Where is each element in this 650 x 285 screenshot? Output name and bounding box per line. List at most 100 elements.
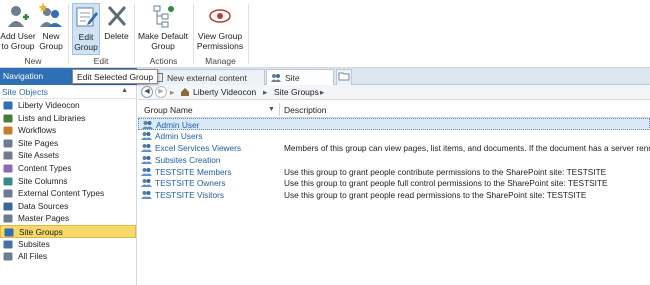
breadcrumb-dropdown-icon[interactable]: ▸ [170, 87, 174, 98]
home-icon [180, 87, 190, 98]
make-default-group-button[interactable]: Make Default Group [137, 3, 189, 51]
table-body: Admin User Admin Users Excel Services View… [138, 118, 650, 201]
sidebar-item[interactable]: Data Sources [0, 200, 136, 213]
sidebar-item[interactable]: Content Types [0, 162, 136, 175]
view-permissions-label: View Group Permissions [196, 31, 244, 51]
sidebar-item[interactable]: Master Pages [0, 212, 136, 225]
group-name-cell[interactable]: TESTSITE Members [155, 167, 232, 177]
site-object-icon [3, 126, 13, 135]
sidebar-item[interactable]: Site Columns [0, 175, 136, 188]
delete-button[interactable]: Delete [103, 3, 130, 41]
group-icon [141, 178, 152, 188]
add-user-label: Add User to Group [0, 31, 36, 51]
site-object-icon [3, 139, 13, 148]
group-description-cell: Members of this group can view pages, li… [284, 142, 650, 153]
sidebar-item[interactable]: Lists and Libraries [0, 112, 136, 125]
new-tab-button[interactable] [336, 69, 352, 85]
sidebar-item[interactable]: Subsites [0, 238, 136, 251]
site-object-icon [3, 240, 13, 249]
sidebar-item-label: External Content Types [18, 188, 105, 199]
sidebar-item-label: Workflows [18, 125, 57, 136]
sidebar-item-label: Subsites [18, 238, 50, 249]
group-icon [141, 190, 152, 200]
sidebar-item[interactable]: Liberty Videocon [0, 99, 136, 112]
breadcrumb: ◀ ▶ ▸ Liberty Videocon ▸ Site Groups ▸ [138, 85, 650, 100]
view-group-permissions-button[interactable]: View Group Permissions [196, 3, 244, 51]
group-name-cell[interactable]: Subsites Creation [155, 155, 221, 165]
sidebar-item[interactable]: Workflows [0, 124, 136, 137]
sidebar-item-label: Content Types [18, 162, 72, 173]
site-object-icon [3, 101, 13, 110]
group-description-cell: Use this group to grant people read perm… [284, 190, 587, 201]
delete-icon [105, 3, 129, 29]
edit-group-button[interactable]: Edit Group [72, 3, 100, 55]
group-name-cell[interactable]: TESTSITE Visitors [155, 190, 224, 200]
table-row[interactable]: Admin User [138, 118, 650, 130]
sidebar-item[interactable]: Site Pages [0, 137, 136, 150]
column-header-description[interactable]: Description [284, 105, 327, 115]
column-header-group-name[interactable]: Group Name [144, 105, 193, 115]
table-row[interactable]: TESTSITE Members Use this group to grant … [138, 166, 650, 178]
group-label-new: New [24, 56, 42, 66]
ribbon-separator [193, 4, 194, 64]
group-name-cell[interactable]: Admin User [156, 120, 199, 130]
sidebar-item-label: All Files [18, 251, 48, 262]
sidebar-item-label: Site Pages [18, 137, 59, 148]
site-object-icon [3, 214, 13, 223]
tab-new-external-content-type[interactable]: New external content type * [148, 69, 265, 93]
group-icon [141, 167, 152, 176]
new-group-button[interactable]: New Group [37, 3, 65, 51]
delete-label: Delete [104, 31, 129, 41]
collapse-icon[interactable]: ▲ [121, 87, 128, 94]
sidebar-item-label: Site Groups [19, 226, 63, 237]
breadcrumb-item-site[interactable]: Liberty Videocon [193, 87, 256, 97]
ribbon-separator [68, 4, 69, 64]
tab-site-groups[interactable]: Site Groups [266, 69, 334, 93]
group-name-cell[interactable]: TESTSITE Owners [155, 178, 226, 188]
forward-button[interactable]: ▶ [155, 86, 167, 98]
permissions-icon [208, 3, 232, 29]
group-name-cell[interactable]: Admin Users [155, 131, 203, 141]
default-group-icon [151, 3, 175, 29]
sidebar-item[interactable]: All Files [0, 250, 136, 263]
site-object-icon [3, 252, 13, 261]
table-header: Group Name ▼ Description [138, 101, 650, 118]
group-label-edit: Edit [93, 56, 109, 66]
site-objects-header[interactable]: Site Objects ▲ [0, 85, 136, 99]
site-groups-icon [271, 73, 281, 82]
new-group-icon [38, 3, 63, 29]
sidebar-item-label: Liberty Videocon [18, 100, 80, 110]
site-object-icon [3, 189, 13, 198]
sidebar-item-label: Master Pages [18, 213, 70, 224]
table-row[interactable]: Subsites Creation [138, 154, 650, 166]
sidebar-item[interactable]: External Content Types [0, 187, 136, 200]
group-name-cell[interactable]: Excel Services Viewers [155, 143, 241, 153]
sidebar-item[interactable]: Site Assets [0, 149, 136, 162]
table-row[interactable]: TESTSITE Owners Use this group to grant p… [138, 177, 650, 189]
breadcrumb-separator-icon[interactable]: ▸ [263, 87, 267, 98]
back-button[interactable]: ◀ [141, 86, 153, 98]
edit-group-icon [74, 4, 98, 30]
group-icon [141, 143, 152, 152]
site-object-icon [3, 177, 13, 186]
column-filter-icon[interactable]: ▼ [268, 106, 275, 113]
sidebar-item-label: Site Assets [18, 150, 60, 161]
breadcrumb-separator-icon[interactable]: ▸ [320, 87, 324, 98]
group-icon [141, 131, 152, 140]
group-label-manage: Manage [205, 56, 236, 66]
add-user-to-group-button[interactable]: Add User to Group [0, 3, 36, 51]
sidebar-item-label: Lists and Libraries [18, 112, 86, 123]
column-divider[interactable] [279, 103, 280, 116]
table-row[interactable]: TESTSITE Visitors Use this group to grant… [138, 189, 650, 201]
ribbon: Add User to Group New Group Edit Group D… [0, 0, 650, 68]
sidebar-item[interactable]: Site Groups [0, 224, 136, 238]
site-object-icon [4, 228, 14, 237]
table-row[interactable]: Excel Services Viewers Members of this gr… [138, 142, 650, 154]
site-objects-label: Site Objects [2, 87, 48, 97]
breadcrumb-item-site-groups[interactable]: Site Groups [274, 87, 319, 97]
tab-strip: Navigation Edit Selected Group New exter… [0, 68, 650, 93]
site-object-icon [3, 164, 13, 173]
table-row[interactable]: Admin Users [138, 130, 650, 142]
groups-table: Group Name ▼ Description Admin User Admin… [138, 101, 650, 285]
sidebar-item-label: Data Sources [18, 200, 69, 211]
